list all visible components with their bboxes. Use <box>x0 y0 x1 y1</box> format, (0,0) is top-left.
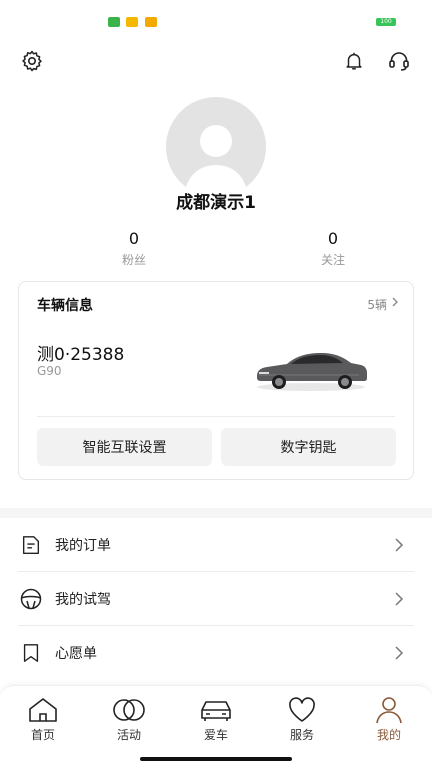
steering-wheel-icon <box>18 586 44 612</box>
support-button[interactable] <box>386 48 412 74</box>
tab-label: 首页 <box>30 728 55 742</box>
followers-count: 0 <box>128 229 140 248</box>
settings-button[interactable] <box>19 48 45 74</box>
battery-indicator: 100 <box>376 18 396 26</box>
rings-icon <box>113 699 145 721</box>
tab-me[interactable]: 我的 <box>354 696 424 743</box>
bottom-tab-bar: 首页 活动 爱车 服务 我的 <box>0 685 432 768</box>
tab-label: 服务 <box>289 728 314 742</box>
chevron-right-icon[interactable] <box>391 296 399 308</box>
vehicle-count-link[interactable]: 5辆 <box>367 296 387 313</box>
tab-label: 我的 <box>376 728 401 742</box>
notification-button[interactable] <box>341 48 367 74</box>
document-icon <box>18 532 44 558</box>
vehicle-plate: 测0·25388 <box>37 345 125 365</box>
gear-icon <box>22 50 42 72</box>
status-bar: 100 <box>0 0 432 44</box>
default-avatar-icon <box>184 125 248 197</box>
home-icon <box>29 698 57 722</box>
followers-stat[interactable]: 0 粉丝 <box>94 229 174 268</box>
vehicle-model: G90 <box>37 364 62 378</box>
digital-key-button[interactable]: 数字钥匙 <box>221 428 396 466</box>
tab-activities[interactable]: 活动 <box>94 696 164 743</box>
bell-icon <box>346 52 362 70</box>
tab-my-car[interactable]: 爱车 <box>181 696 251 743</box>
tab-label: 活动 <box>116 728 141 742</box>
car-image[interactable] <box>253 342 369 392</box>
tab-services[interactable]: 服务 <box>267 696 337 743</box>
followers-label: 粉丝 <box>121 253 146 267</box>
vehicle-card-title: 车辆信息 <box>37 298 93 314</box>
smart-connect-settings-button[interactable]: 智能互联设置 <box>37 428 212 466</box>
avatar[interactable] <box>166 97 266 197</box>
menu-item-orders[interactable]: 我的订单 <box>18 518 414 572</box>
headset-icon <box>389 52 409 71</box>
tab-label: 爱车 <box>203 728 228 742</box>
tab-home[interactable]: 首页 <box>8 696 78 743</box>
car-icon <box>201 701 231 721</box>
bookmark-icon <box>18 640 44 666</box>
home-indicator <box>140 757 292 761</box>
card-divider <box>37 416 395 417</box>
following-count: 0 <box>327 229 339 248</box>
following-stat[interactable]: 0 关注 <box>293 229 373 268</box>
user-name: 成都演示1 <box>176 193 256 213</box>
weibo-icon <box>145 17 157 27</box>
menu-item-label: 我的试驾 <box>55 591 111 608</box>
chevron-right-icon <box>395 592 404 606</box>
section-divider <box>0 508 432 518</box>
heart-icon <box>289 697 315 722</box>
menu-item-wishlist[interactable]: 心愿单 <box>18 626 414 680</box>
person-icon <box>376 697 402 724</box>
menu-item-label: 心愿单 <box>55 646 97 662</box>
menu-item-label: 我的订单 <box>55 537 111 554</box>
chevron-right-icon <box>395 538 404 552</box>
app-notification-icon <box>108 17 120 27</box>
chevron-right-icon <box>395 646 404 660</box>
following-label: 关注 <box>320 253 345 267</box>
vehicle-card: 车辆信息 5辆 测0·25388 G90 智能互联设置 数字钥匙 <box>18 281 414 480</box>
message-icon <box>126 17 138 27</box>
menu-item-test-drive[interactable]: 我的试驾 <box>18 572 414 626</box>
